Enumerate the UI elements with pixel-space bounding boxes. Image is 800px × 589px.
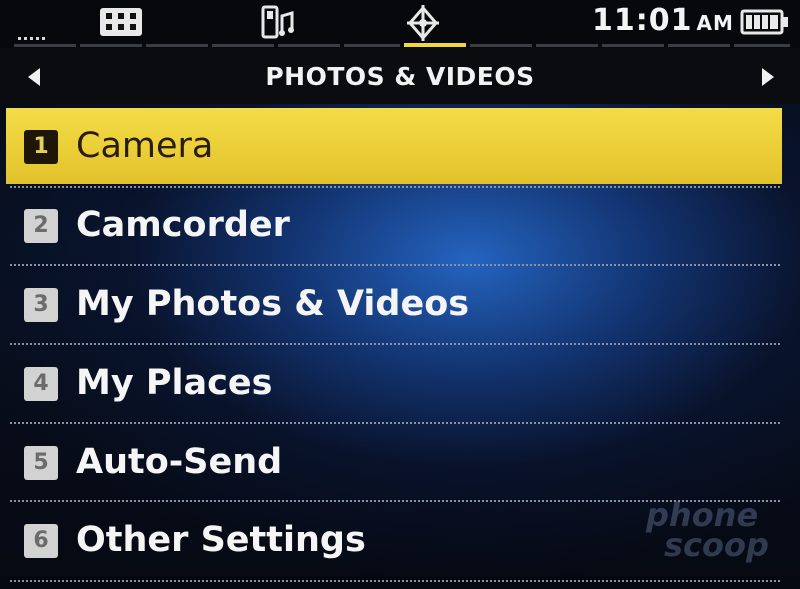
menu-item-label: My Photos & Videos	[76, 284, 470, 324]
watermark-logo: phone scoop	[646, 499, 786, 580]
right-arrow-icon[interactable]	[758, 66, 778, 88]
menu-item-label: My Places	[76, 363, 273, 403]
network-icon	[100, 8, 142, 36]
menu-item-my-photos-videos[interactable]: 3 My Photos & Videos	[6, 266, 782, 342]
menu-item-number: 3	[24, 288, 58, 322]
status-active-indicator	[404, 43, 466, 47]
music-phone-icon	[261, 5, 294, 39]
menu-item-auto-send[interactable]: 5 Auto-Send	[6, 424, 782, 500]
menu-item-label: Camcorder	[76, 205, 290, 245]
menu-item-camera[interactable]: 1 Camera	[6, 108, 782, 184]
watermark-line2: scoop	[664, 526, 769, 564]
status-bar: 11:01 AM	[0, 0, 800, 48]
menu-item-label: Other Settings	[76, 520, 366, 560]
battery-icon	[740, 9, 788, 35]
menu-item-my-places[interactable]: 4 My Places	[6, 345, 782, 421]
clock: 11:01 AM	[592, 3, 734, 38]
menu-item-number: 2	[24, 209, 58, 243]
page-title: PHOTOS & VIDEOS	[265, 62, 535, 91]
signal-icon	[18, 14, 52, 40]
menu-item-camcorder[interactable]: 2 Camcorder	[6, 187, 782, 263]
menu-item-number: 1	[24, 130, 58, 164]
clock-time: 11:01	[592, 3, 693, 38]
menu-item-number: 4	[24, 367, 58, 401]
phone-screen: 11:01 AM PHOTOS & VIDEOS 1 Camera 2 Camc…	[0, 0, 800, 589]
menu-item-number: 5	[24, 446, 58, 480]
location-icon	[407, 5, 439, 41]
menu-item-label: Camera	[76, 126, 214, 166]
clock-ampm: AM	[696, 11, 734, 35]
menu-item-label: Auto-Send	[76, 442, 283, 482]
divider	[10, 580, 780, 582]
menu-item-number: 6	[24, 524, 58, 558]
menu-header: PHOTOS & VIDEOS	[0, 48, 800, 104]
